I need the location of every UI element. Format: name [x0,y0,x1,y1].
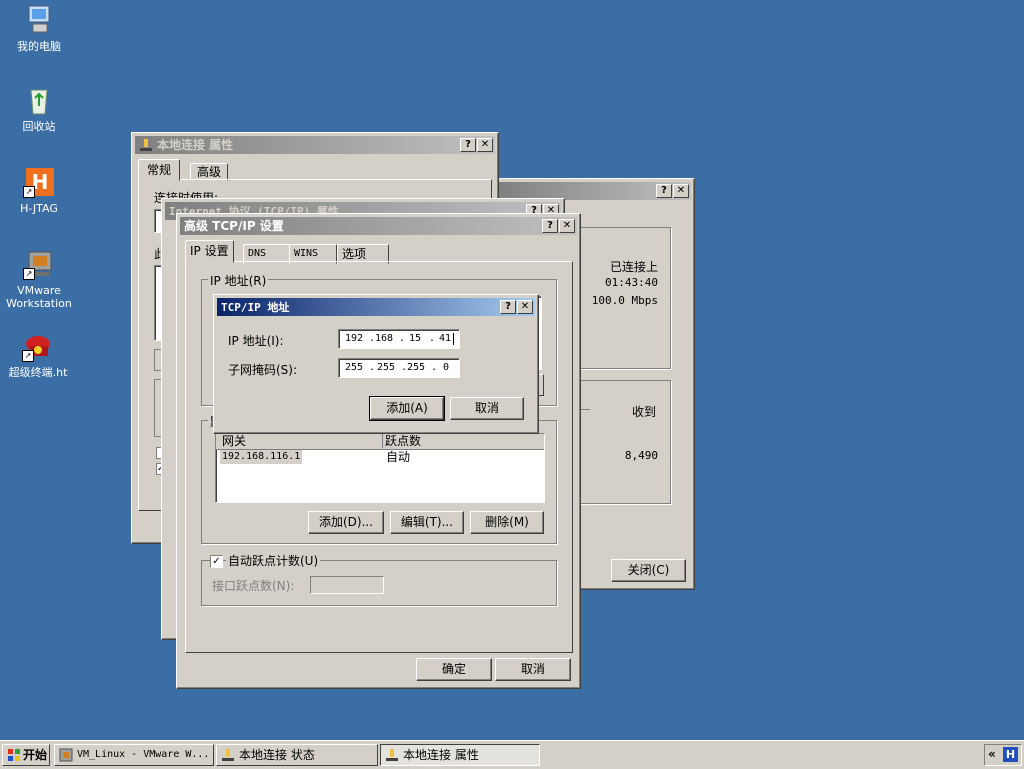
help-button[interactable]: ? [460,138,476,152]
interface-metric-label: 接口跃点数(N): [212,579,295,593]
cancel-address-button[interactable]: 取消 [450,397,524,420]
tab-ip-settings[interactable]: IP 设置 [185,240,234,263]
shortcut-arrow-icon: ↗ [23,268,35,280]
metric-cell: 自动 [386,450,411,464]
connection-speed: 100.0 Mbps [591,294,658,307]
mask-octet-3: 255 [407,362,426,373]
desktop-icon-label: H-JTAG [20,202,58,215]
desktop-icon-label: 我的电脑 [17,40,61,53]
ip-octet-1: 192 [345,333,364,344]
taskbar-item-vmware[interactable]: VM_Linux - VMware W... [54,744,214,766]
window-title: 本地连接 属性 [157,138,234,152]
my-computer-icon [23,4,55,36]
network-icon [385,748,399,762]
desktop-icon-vmware[interactable]: ↗ VMware Workstation [1,248,77,310]
shortcut-arrow-icon: ↗ [23,186,35,198]
tray: « H [984,744,1022,766]
properties-window-titlebar[interactable]: 本地连接 属性 ? ✕ [135,136,495,154]
help-button[interactable]: ? [500,300,516,314]
h-jtag-tray-icon[interactable]: H [1003,747,1018,762]
connection-duration: 01:43:40 [605,276,658,289]
activity-group: 收到 8,490 [573,380,671,504]
recycle-bin-icon [23,84,55,116]
octet-dot: . [369,362,376,373]
ip-address-label: IP 地址(I): [228,334,284,348]
delete-gateway-button[interactable]: 删除(M) [470,511,544,534]
desktop-icon-recycle-bin[interactable]: 回收站 [1,84,77,133]
window-title: TCP/IP 地址 [221,301,290,314]
taskbar-item-properties[interactable]: 本地连接 属性 [380,744,540,766]
desktop-icon-h-jtag[interactable]: H ↗ H-JTAG [1,166,77,215]
network-icon [221,748,235,762]
vmware-icon: ↗ [23,248,55,280]
windows-logo-icon [7,748,21,762]
text-cursor [453,333,454,345]
close-button[interactable]: ✕ [673,184,689,198]
vmware-icon [59,748,73,762]
ip-octet-4: 41 [439,333,452,344]
help-button[interactable]: ? [656,184,672,198]
desktop-icon-label: 超级终端.ht [8,366,68,379]
gateway-cell: 192.168.116.1 [220,450,303,464]
connection-status: 已连接上 [609,260,658,274]
window-title: 高级 TCP/IP 设置 [184,219,284,233]
gateway-group: 默 网关 跃点数 192.168.116.1 自动 添加(D)... 编辑(T)… [201,413,557,544]
ip-octet-2: 168 [375,333,394,344]
start-button[interactable]: 开始 [2,744,50,766]
mask-octet-4: 0 [443,362,450,373]
taskbar-item-label: VM_Linux - VMware W... [77,749,210,760]
subnet-mask-field[interactable]: 255 . 255 . 255 . 0 [338,358,460,378]
cancel-button[interactable]: 取消 [495,658,571,681]
h-jtag-icon: H ↗ [23,166,55,198]
desktop-icon-hyperterminal[interactable]: ↗ 超级终端.ht [0,330,76,379]
taskbar-item-label: 本地连接 属性 [403,748,479,762]
address-dialog-titlebar[interactable]: TCP/IP 地址 ? ✕ [217,298,535,316]
desktop-icon-label: VMware Workstation [6,284,72,310]
tcpip-address-dialog: TCP/IP 地址 ? ✕ IP 地址(I): 192 . 168 . 15 .… [213,294,539,434]
auto-metric-checkbox[interactable]: ✓ [210,555,223,568]
received-value: 8,490 [624,449,658,462]
taskbar-item-label: 本地连接 状态 [239,748,315,762]
close-button[interactable]: ✕ [477,138,493,152]
table-row[interactable]: 192.168.116.1 自动 [216,450,544,464]
close-button[interactable]: ✕ [559,219,575,233]
desktop-icon-label: 回收站 [22,120,56,133]
taskbar: 开始 VM_Linux - VMware W... 本地连接 状态 本地连接 属… [0,740,1024,769]
add-gateway-button[interactable]: 添加(D)... [308,511,384,534]
tab-general[interactable]: 常规 [138,159,181,181]
shortcut-arrow-icon: ↗ [22,350,34,362]
desktop-icon-my-computer[interactable]: 我的电脑 [1,4,77,53]
ip-octet-3: 15 [409,333,422,344]
close-dialog-button[interactable]: 关闭(C) [611,559,686,582]
start-label: 开始 [23,748,48,762]
octet-dot: . [429,333,436,344]
interface-metric-input[interactable] [310,576,384,594]
octet-dot: . [399,333,406,344]
metric-group: ✓ 自动跃点计数(U) 接口跃点数(N): [201,552,557,606]
ip-address-field[interactable]: 192 . 168 . 15 . 41 [338,329,460,349]
subnet-mask-label: 子网掩码(S): [228,363,298,377]
advanced-tcpip-window: 高级 TCP/IP 设置 ? ✕ IP 设置 DNS WINS 选项 IP 地址… [176,213,581,689]
help-button[interactable]: ? [542,219,558,233]
octet-dot: . [431,362,438,373]
received-label: 收到 [631,405,656,419]
taskbar-item-status[interactable]: 本地连接 状态 [216,744,378,766]
chevron-left-icon[interactable]: « [988,747,996,761]
mask-octet-2: 255 [377,362,396,373]
advanced-window-titlebar[interactable]: 高级 TCP/IP 设置 ? ✕ [180,217,577,235]
auto-metric-label[interactable]: 自动跃点计数(U) [226,552,321,569]
column-header-gateway[interactable]: 网关 [216,434,383,448]
edit-gateway-button[interactable]: 编辑(T)... [390,511,464,534]
mask-octet-1: 255 [345,362,364,373]
gateway-list: 网关 跃点数 192.168.116.1 自动 [215,433,545,503]
hyperterminal-icon: ↗ [22,330,54,362]
column-header-metric[interactable]: 跃点数 [383,434,535,448]
list-header: 网关 跃点数 [216,434,544,450]
ok-button[interactable]: 确定 [416,658,492,681]
ip-group-label: IP 地址(R) [208,272,269,289]
add-address-button[interactable]: 添加(A) [369,396,445,421]
close-button[interactable]: ✕ [517,300,533,314]
connection-group: 已连接上 01:43:40 100.0 Mbps [573,227,671,369]
network-icon [139,138,153,152]
